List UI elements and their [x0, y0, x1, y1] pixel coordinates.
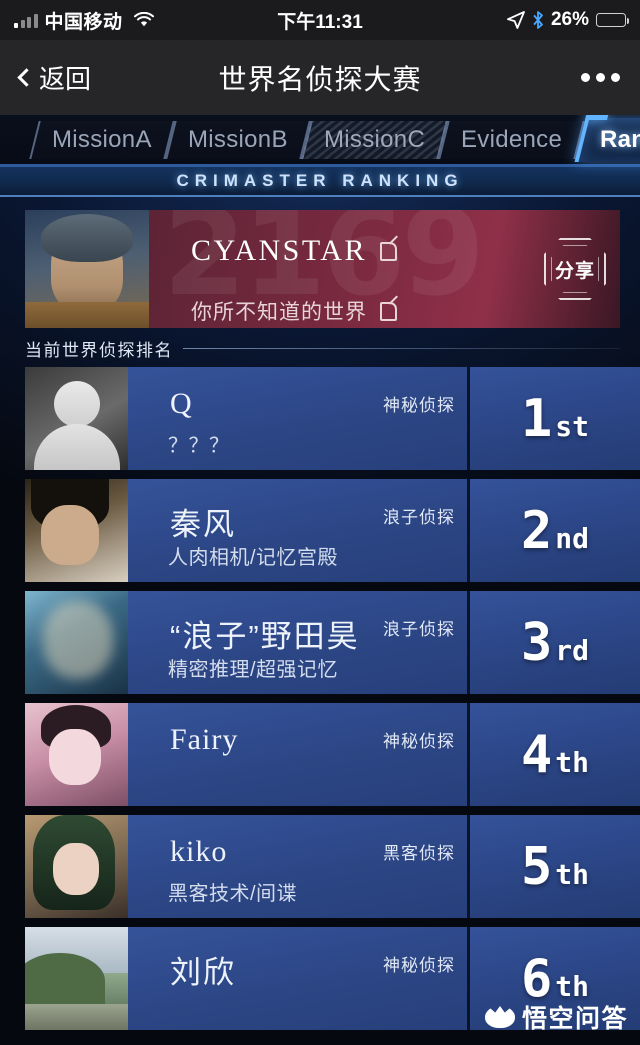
rank-number: 3: [520, 612, 552, 673]
tab-label: Ranking: [599, 125, 640, 153]
rank-number: 4: [520, 724, 552, 785]
rank-suffix: th: [555, 969, 590, 1003]
banner-title: CRIMASTER RANKING: [176, 171, 464, 190]
edit-pencil-icon[interactable]: [379, 241, 397, 261]
detective-type: 神秘侦探: [383, 732, 455, 751]
avatar: [25, 479, 128, 582]
rank-suffix: th: [555, 857, 590, 891]
rank-badge: 1 st: [470, 367, 640, 470]
status-bar: 中国移动 下午11:31 26%: [0, 0, 640, 40]
rank-badge: 4 th: [470, 703, 640, 806]
rank-number: 5: [520, 836, 552, 897]
status-bar-left: 中国移动: [14, 7, 155, 34]
section-header: 当前世界侦探排名: [25, 336, 620, 361]
profile-details: 2169 CYANSTAR 你所不知道的世界 分享: [149, 210, 620, 328]
rank-info: kiko 黑客技术/间谍 黑客侦探: [128, 815, 470, 918]
detective-type: 浪子侦探: [383, 508, 455, 527]
rank-info: “浪子”野田昊 精密推理/超强记忆 浪子侦探: [128, 591, 470, 694]
rank-badge: 5 th: [470, 815, 640, 918]
navigation-bar: 返回 世界名侦探大赛: [0, 40, 640, 115]
page-title: 世界名侦探大赛: [218, 63, 422, 95]
bluetooth-icon: [533, 11, 543, 29]
detective-skills: 黑客技术/间谍: [168, 883, 298, 905]
tab-evidence[interactable]: Evidence: [437, 120, 585, 159]
avatar: [25, 703, 128, 806]
tab-label: MissionB: [187, 125, 288, 153]
avatar: [25, 815, 128, 918]
detective-type: 神秘侦探: [383, 396, 455, 415]
detective-name: “浪子”野田昊: [170, 619, 360, 654]
table-row[interactable]: Fairy 神秘侦探 4 th: [25, 703, 640, 806]
table-row[interactable]: 秦风 人肉相机/记忆宫殿 浪子侦探 2 nd: [25, 479, 640, 582]
tab-label: MissionC: [323, 125, 425, 153]
tab-label: Evidence: [460, 125, 562, 153]
detective-skills: ？？？: [168, 435, 230, 457]
rank-info: 秦风 人肉相机/记忆宫殿 浪子侦探: [128, 479, 470, 582]
battery-icon: [596, 13, 629, 27]
rank-number: 2: [520, 500, 552, 561]
edit-pencil-icon[interactable]: [380, 301, 397, 321]
rank-badge: 2 nd: [470, 479, 640, 582]
section-title: 当前世界侦探排名: [25, 341, 173, 360]
detective-type: 浪子侦探: [383, 620, 455, 639]
more-options-button[interactable]: [581, 73, 620, 82]
profile-tagline-row: 你所不知道的世界: [191, 296, 620, 326]
watermark-logo: 悟空问答: [484, 999, 628, 1035]
share-button[interactable]: 分享: [544, 238, 606, 300]
rank-suffix: th: [555, 745, 590, 779]
rank-info: Fairy 神秘侦探: [128, 703, 470, 806]
tab-mission-a[interactable]: MissionA: [29, 120, 175, 159]
ranking-list: Q ？？？ 神秘侦探 1 st 秦风 人肉相机/记忆宫殿 浪子侦探 2 nd “…: [0, 367, 640, 1030]
detective-name: Q: [170, 387, 193, 420]
rank-suffix: st: [555, 409, 590, 443]
avatar: [25, 591, 128, 694]
detective-name: 刘欣: [170, 955, 236, 990]
back-button-label: 返回: [39, 64, 92, 94]
table-row[interactable]: kiko 黑客技术/间谍 黑客侦探 5 th: [25, 815, 640, 918]
battery-percent-label: 26%: [550, 9, 589, 30]
more-dots-icon: [581, 73, 590, 82]
avatar: [25, 927, 128, 1030]
rank-info: Q ？？？ 神秘侦探: [128, 367, 470, 470]
watermark-label: 悟空问答: [521, 1005, 628, 1033]
profile-name: CYANSTAR: [191, 234, 367, 267]
more-dots-icon: [611, 73, 620, 82]
rank-badge: 3 rd: [470, 591, 640, 694]
detective-type: 神秘侦探: [383, 956, 455, 975]
share-button-label: 分享: [554, 260, 595, 282]
detective-name: 秦风: [170, 507, 236, 542]
tab-bar: MissionA MissionB MissionC Evidence Rank…: [0, 115, 640, 167]
detective-skills: 精密推理/超强记忆: [168, 659, 339, 681]
carrier-label: 中国移动: [44, 11, 123, 33]
profile-tagline: 你所不知道的世界: [191, 301, 367, 324]
status-bar-right: 26%: [507, 9, 629, 31]
detective-name: Fairy: [170, 723, 239, 756]
wifi-icon: [133, 12, 154, 27]
rank-suffix: rd: [555, 633, 590, 667]
table-row[interactable]: Q ？？？ 神秘侦探 1 st: [25, 367, 640, 470]
rank-info: 刘欣 神秘侦探: [128, 927, 470, 1030]
crimaster-banner: CRIMASTER RANKING: [0, 167, 640, 197]
table-row[interactable]: “浪子”野田昊 精密推理/超强记忆 浪子侦探 3 rd: [25, 591, 640, 694]
signal-bars-icon: [14, 13, 38, 28]
rank-suffix: nd: [555, 521, 590, 555]
rank-number: 1: [520, 388, 552, 449]
avatar: [25, 367, 128, 470]
avatar[interactable]: [25, 210, 149, 328]
section-divider: [183, 348, 620, 349]
detective-skills: 人肉相机/记忆宫殿: [168, 547, 339, 569]
tab-label: MissionA: [52, 125, 152, 153]
detective-name: kiko: [170, 835, 228, 868]
back-button[interactable]: 返回: [17, 59, 92, 96]
app-content: MissionA MissionB MissionC Evidence Rank…: [0, 115, 640, 1045]
tab-mission-c[interactable]: MissionC: [300, 120, 448, 159]
user-profile-card[interactable]: 2169 CYANSTAR 你所不知道的世界 分享: [25, 210, 620, 328]
tab-mission-b[interactable]: MissionB: [165, 120, 311, 159]
more-dots-icon: [596, 73, 605, 82]
detective-type: 黑客侦探: [383, 844, 455, 863]
wukong-logo-icon: [484, 1006, 515, 1028]
tab-ranking[interactable]: Ranking: [574, 117, 640, 162]
location-arrow-icon: [507, 11, 525, 29]
chevron-left-icon: [17, 68, 36, 87]
